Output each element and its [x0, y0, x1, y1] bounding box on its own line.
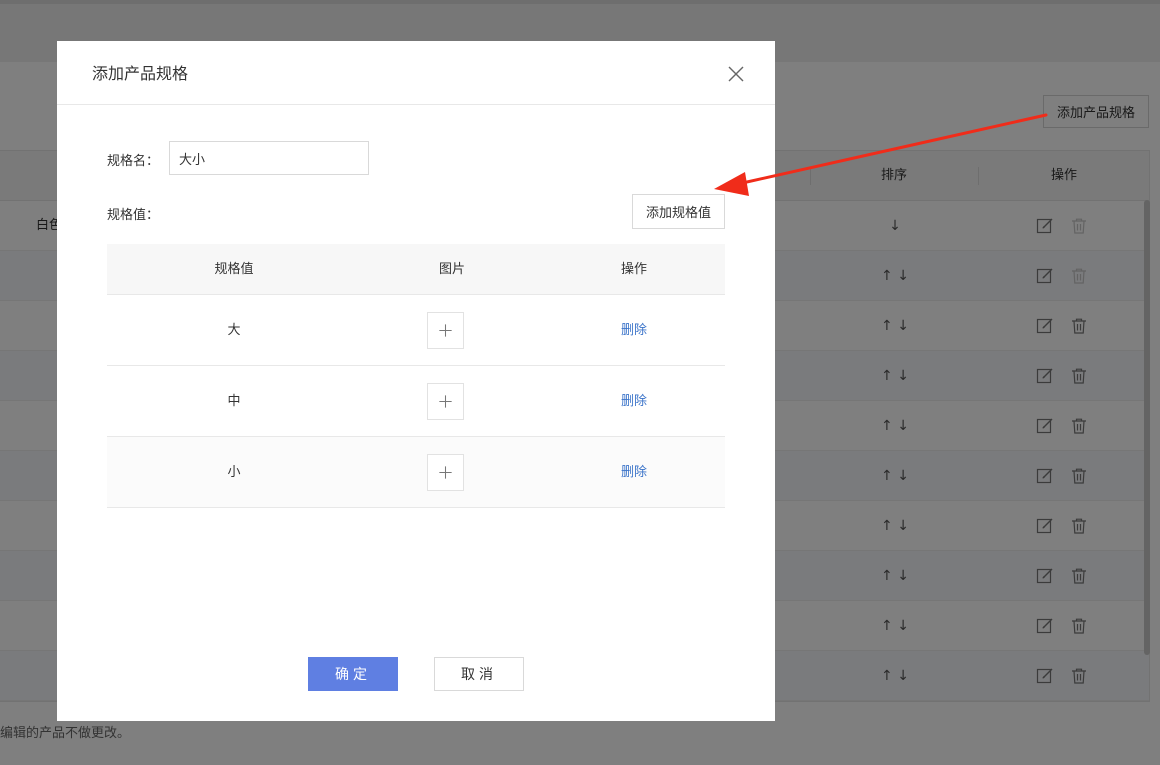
confirm-button[interactable]: 确定 [308, 657, 398, 691]
plus-icon [439, 324, 452, 337]
modal-title: 添加产品规格 [92, 64, 189, 83]
upload-image-button[interactable] [427, 454, 464, 491]
modal-header: 添加产品规格 [57, 41, 775, 105]
spec-value-cell: 大 [227, 323, 241, 338]
close-icon[interactable] [727, 65, 745, 83]
column-header-value: 规格值 [214, 262, 254, 277]
spec-name-input[interactable] [169, 141, 369, 175]
plus-icon [439, 395, 452, 408]
spec-values-label: 规格值： [107, 208, 160, 223]
spec-table-header: 规格值 图片 操作 [107, 244, 725, 295]
upload-image-button[interactable] [427, 312, 464, 349]
plus-icon [439, 466, 452, 479]
spec-value-cell: 中 [227, 394, 241, 409]
table-row: 小 删除 [107, 437, 725, 508]
spec-values-table: 规格值 图片 操作 大删除中删除小删除 [107, 244, 725, 508]
delete-link[interactable]: 删除 [607, 295, 661, 366]
add-spec-value-button[interactable]: 添加规格值 [632, 194, 725, 229]
spec-name-label: 规格名： [107, 154, 160, 169]
delete-link[interactable]: 删除 [607, 437, 661, 508]
cancel-button[interactable]: 取消 [434, 657, 524, 691]
delete-link[interactable]: 删除 [607, 366, 661, 437]
column-header-image: 图片 [438, 262, 465, 277]
table-row: 中 删除 [107, 366, 725, 437]
table-row: 大 删除 [107, 295, 725, 366]
upload-image-button[interactable] [427, 383, 464, 420]
spec-table-body: 大删除中删除小删除 [107, 295, 725, 508]
column-header-action: 操作 [620, 262, 647, 277]
spec-value-cell: 小 [227, 465, 241, 480]
add-spec-modal: 添加产品规格 规格名： 规格值： 添加规格值 规格值 图片 操作 大删除中删除小… [57, 41, 775, 721]
